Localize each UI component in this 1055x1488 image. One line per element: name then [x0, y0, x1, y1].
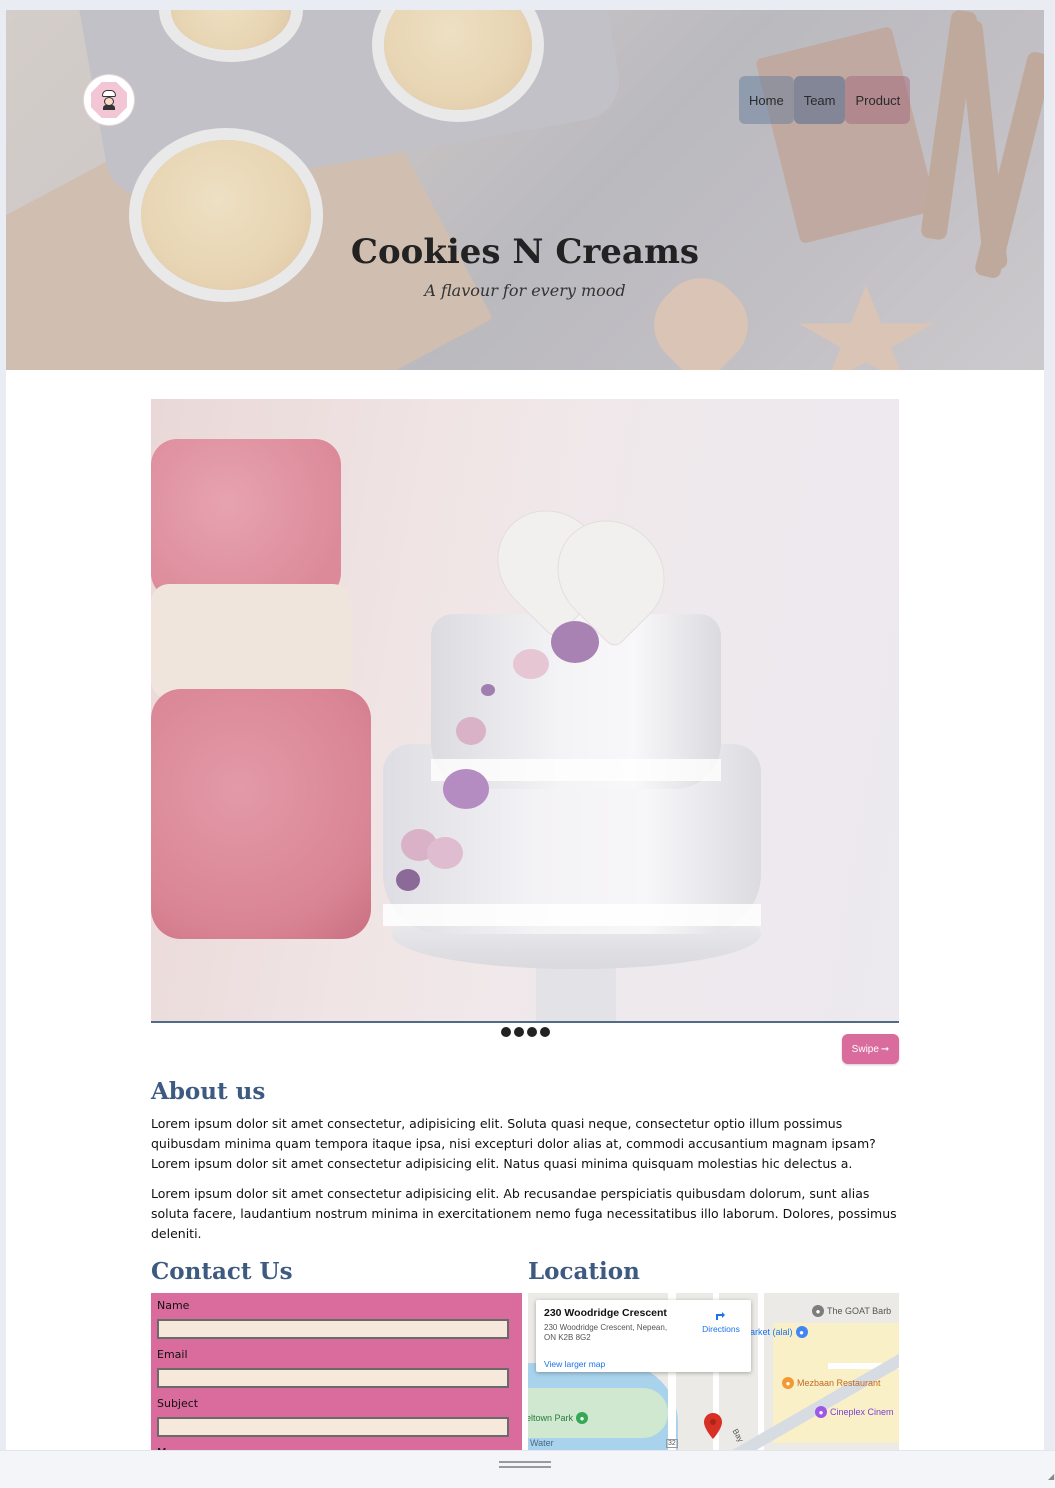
hero-header: Home Team Product Cookies N Creams A fla…	[6, 10, 1044, 370]
bottom-drawer-bar	[0, 1450, 1055, 1488]
main-nav: Home Team Product	[739, 76, 911, 124]
about-paragraph: Lorem ipsum dolor sit amet consectetur a…	[151, 1186, 897, 1241]
map-poi-park[interactable]: eltown Park ●	[528, 1412, 589, 1424]
map-poi-water: Water	[530, 1438, 554, 1448]
subject-label: Subject	[157, 1397, 199, 1410]
park-icon: ●	[576, 1412, 589, 1424]
about-heading: About us	[151, 1078, 266, 1105]
location-heading: Location	[528, 1258, 640, 1285]
swipe-label: Swipe	[851, 1043, 879, 1055]
pin-icon: ●	[812, 1305, 824, 1317]
drag-handle-icon[interactable]	[499, 1461, 551, 1468]
pink-cake-tier	[151, 584, 351, 699]
subject-field[interactable]	[157, 1417, 509, 1437]
hero-overlay	[6, 10, 1044, 370]
carousel-dot[interactable]	[540, 1027, 550, 1037]
poi-label: Water	[530, 1438, 554, 1448]
directions-label: Directions	[702, 1324, 740, 1334]
contact-heading: Contact Us	[151, 1258, 293, 1285]
email-field[interactable]	[157, 1368, 509, 1388]
about-paragraph: Lorem ipsum dolor sit amet consectetur, …	[151, 1116, 876, 1171]
carousel-dot[interactable]	[501, 1027, 511, 1037]
name-field[interactable]	[157, 1319, 509, 1339]
sugar-flower	[396, 869, 420, 891]
nav-team[interactable]: Team	[793, 76, 846, 124]
sugar-flower	[456, 717, 486, 745]
map-info-card: 230 Woodridge Crescent 230 Woodridge Cre…	[536, 1300, 751, 1372]
resize-corner-icon[interactable]: ◢	[1048, 1472, 1054, 1481]
site-logo[interactable]	[84, 75, 134, 125]
chef-icon	[101, 90, 117, 110]
email-label: Email	[157, 1348, 188, 1361]
sugar-flower	[443, 769, 489, 809]
street-label: Bay	[730, 1427, 746, 1444]
poi-label: Mezbaan Restaurant	[797, 1378, 881, 1388]
name-label: Name	[157, 1299, 190, 1312]
pink-cake-tier	[151, 689, 371, 939]
view-larger-map-link[interactable]: View larger map	[544, 1359, 605, 1369]
cinema-icon: ●	[815, 1406, 827, 1418]
carousel-dots	[501, 1027, 550, 1037]
poi-label: eltown Park	[528, 1413, 574, 1423]
nav-product[interactable]: Product	[845, 76, 911, 124]
map-pin-icon[interactable]	[704, 1413, 722, 1439]
map-poi-mezbaan[interactable]: ● Mezbaan Restaurant	[782, 1377, 881, 1389]
carousel-dot[interactable]	[514, 1027, 524, 1037]
carousel-dot[interactable]	[527, 1027, 537, 1037]
poi-label: arket (alal)	[750, 1327, 793, 1337]
poi-label: The GOAT Barb	[827, 1306, 892, 1316]
map-card-address: 230 Woodridge Crescent, Nepean, ON K2B 8…	[544, 1323, 668, 1342]
arrow-right-icon: ➞	[880, 1043, 890, 1055]
sugar-flower	[481, 684, 495, 696]
sugar-flower	[513, 649, 549, 679]
route-label: 32	[666, 1439, 678, 1448]
cake-ribbon	[383, 904, 761, 926]
pink-cake-tier	[151, 439, 341, 599]
logo-badge	[91, 82, 127, 118]
sugar-flower	[551, 621, 599, 663]
poi-label: Cineplex Cinem	[830, 1407, 894, 1417]
site-title: Cookies N Creams	[350, 232, 700, 272]
directions-icon	[716, 1312, 725, 1320]
map-road	[758, 1293, 764, 1453]
map-poi-cineplex[interactable]: ● Cineplex Cinem	[815, 1406, 894, 1418]
site-tagline: A flavour for every mood	[424, 281, 626, 300]
restaurant-icon: ●	[782, 1377, 794, 1389]
map-poi-goat[interactable]: ● The GOAT Barb	[812, 1305, 891, 1317]
image-carousel[interactable]	[151, 399, 899, 1023]
cart-icon: ●	[795, 1326, 808, 1338]
sugar-flower	[427, 837, 463, 869]
nav-home[interactable]: Home	[739, 76, 794, 124]
map-poi-market[interactable]: arket (alal) ●	[750, 1326, 808, 1338]
directions-button[interactable]: Directions	[696, 1308, 746, 1334]
location-map[interactable]: ● The GOAT Barb arket (alal) ● ● Mezbaan…	[528, 1293, 899, 1453]
swipe-button[interactable]: Swipe ➞	[842, 1034, 899, 1064]
